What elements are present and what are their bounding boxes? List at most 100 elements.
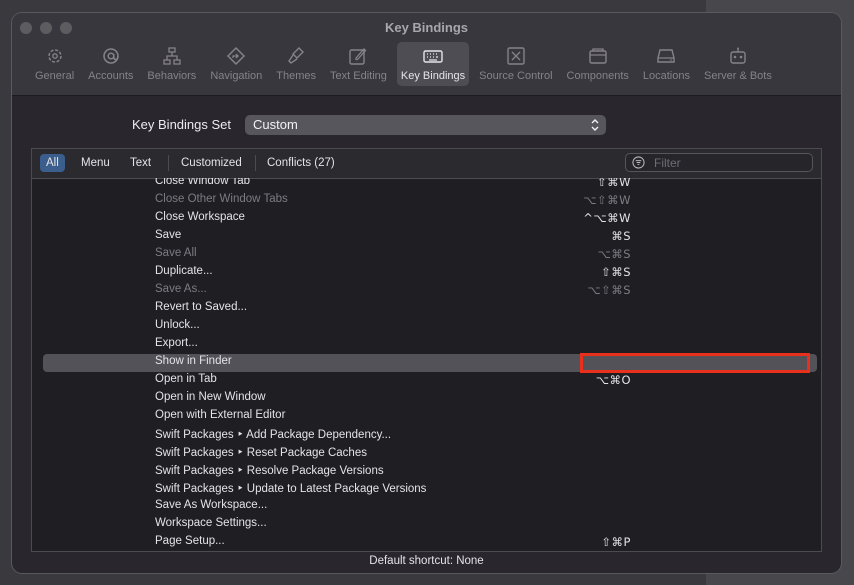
table-row[interactable]: Close Window Tab ⇧⌘W <box>43 178 817 192</box>
tab-components[interactable]: Components <box>563 42 633 86</box>
table-row[interactable]: Swift Packages ‣ Update to Latest Packag… <box>43 480 817 498</box>
tab-navigation[interactable]: Navigation <box>206 42 266 86</box>
tab-label: Locations <box>642 70 690 82</box>
preferences-tabs: General Accounts Behaviors Navigation Th… <box>31 42 782 88</box>
tab-label: Components <box>566 70 629 82</box>
tab-label: Key Bindings <box>400 70 466 82</box>
filter-all[interactable]: All <box>40 154 65 172</box>
table-row[interactable]: Page Setup... ⇧⌘P <box>43 534 817 551</box>
shortcut-key[interactable]: ⌥⇧⌘W <box>583 193 631 207</box>
filter-customized[interactable]: Customized <box>175 154 248 172</box>
tab-themes[interactable]: Themes <box>272 42 320 86</box>
command-name: Close Window Tab <box>155 178 251 187</box>
window-title: Key Bindings <box>384 20 469 35</box>
tab-label: Accounts <box>88 70 134 82</box>
tab-key-bindings[interactable]: Key Bindings <box>396 42 470 86</box>
shortcut-key[interactable]: ⇧⌘P <box>601 535 631 549</box>
tab-label: Navigation <box>210 70 263 82</box>
command-name: Page Setup... <box>155 535 225 547</box>
source-control-icon <box>507 47 525 65</box>
filter-search-placeholder: Filter <box>654 156 681 170</box>
command-name: Save As Workspace... <box>155 499 268 511</box>
command-name: Save <box>155 229 182 241</box>
key-bindings-list: Close Window Tab ⇧⌘W Close Other Window T… <box>32 178 821 551</box>
gear-icon <box>47 49 62 63</box>
tab-label: Behaviors <box>147 70 197 82</box>
drive-icon <box>657 49 676 63</box>
command-name: Show in Finder <box>155 355 232 367</box>
pencil-square-icon <box>349 48 367 65</box>
tab-label: Text Editing <box>330 70 387 82</box>
tab-label: Source Control <box>479 70 553 82</box>
shortcut-key[interactable]: ⌥⌘S <box>597 247 631 261</box>
command-name: Revert to Saved... <box>155 301 248 313</box>
hierarchy-icon <box>163 47 181 65</box>
tab-text-editing[interactable]: Text Editing <box>326 42 391 86</box>
navigation-diamond-icon <box>227 46 246 66</box>
tab-accounts[interactable]: Accounts <box>84 42 137 86</box>
shortcut-key[interactable]: ^⌥⌘W <box>583 211 631 225</box>
command-name: Export... <box>155 337 198 349</box>
table-row[interactable]: Revert to Saved... <box>43 300 817 318</box>
tab-server-bots[interactable]: Server & Bots <box>700 42 776 86</box>
tab-label: General <box>35 70 75 82</box>
command-name: Swift Packages ‣ Update to Latest Packag… <box>155 483 427 495</box>
table-row[interactable]: Open in Tab ⌥⌘O <box>43 372 817 390</box>
shortcut-key[interactable]: ⇧⌘W <box>597 178 631 189</box>
command-name: Open in Tab <box>155 373 217 385</box>
table-row[interactable]: Duplicate... ⇧⌘S <box>43 264 817 282</box>
filter-search-field[interactable]: Filter <box>625 153 813 172</box>
tab-behaviors[interactable]: Behaviors <box>143 42 200 86</box>
table-row[interactable]: Open in New Window <box>43 390 817 408</box>
key-bindings-set-popup[interactable]: Custom <box>245 115 606 135</box>
table-row[interactable]: Close Other Window Tabs ⌥⇧⌘W <box>43 192 817 210</box>
table-row[interactable]: Swift Packages ‣ Reset Package Caches <box>43 444 817 462</box>
table-row[interactable]: Swift Packages ‣ Resolve Package Version… <box>43 462 817 480</box>
filter-menu[interactable]: Menu <box>75 154 116 172</box>
table-row[interactable]: Unlock... <box>43 318 817 336</box>
key-bindings-set-label: Key Bindings Set <box>132 117 232 132</box>
command-name: Duplicate... <box>155 265 213 277</box>
keyboard-icon <box>423 50 443 63</box>
default-shortcut-status: Default shortcut: None <box>369 555 484 567</box>
key-bindings-set-value: Custom <box>253 117 298 132</box>
filter-conflicts[interactable]: Conflicts (27) <box>261 154 341 172</box>
key-bindings-panel: All Menu Text Customized Conflicts (27) … <box>31 148 822 552</box>
shortcut-key[interactable]: ⌥⌘O <box>596 373 631 387</box>
table-row-selected[interactable]: Show in Finder <box>43 353 817 373</box>
tab-general[interactable]: General <box>31 42 78 86</box>
table-row[interactable]: Save As Workspace... <box>43 498 817 516</box>
command-name: Close Workspace <box>155 211 245 223</box>
toolbar: Key Bindings General Accounts Behaviors … <box>12 13 841 96</box>
robot-icon <box>730 47 746 64</box>
tab-label: Themes <box>276 70 317 82</box>
tab-source-control[interactable]: Source Control <box>475 42 556 86</box>
table-row[interactable]: Save As... ⌥⇧⌘S <box>43 282 817 300</box>
command-name: Save All <box>155 247 197 259</box>
table-row[interactable]: Close Workspace ^⌥⌘W <box>43 210 817 228</box>
table-row[interactable]: Export... <box>43 336 817 354</box>
shortcut-edit-field[interactable] <box>580 353 810 373</box>
table-row[interactable]: Save All ⌥⌘S <box>43 246 817 264</box>
command-name: Open with External Editor <box>155 409 286 421</box>
chevron-up-down-icon <box>591 119 599 131</box>
filter-text[interactable]: Text <box>124 154 157 172</box>
table-row[interactable]: Swift Packages ‣ Add Package Dependency.… <box>43 426 817 444</box>
paintbrush-icon <box>288 47 305 64</box>
filter-lines-icon <box>632 156 645 169</box>
table-row[interactable]: Save ⌘S <box>43 228 817 246</box>
tab-locations[interactable]: Locations <box>639 42 694 86</box>
table-row[interactable]: Open with External Editor <box>43 408 817 426</box>
command-name: Unlock... <box>155 319 200 331</box>
filter-separator <box>255 155 256 171</box>
components-icon <box>589 48 607 64</box>
table-row[interactable]: Workspace Settings... <box>43 516 817 534</box>
filter-bar: All Menu Text Customized Conflicts (27) … <box>32 149 821 179</box>
shortcut-key[interactable]: ⌥⇧⌘S <box>587 283 631 297</box>
command-name: Open in New Window <box>155 391 266 403</box>
preferences-window: Key Bindings General Accounts Behaviors … <box>12 13 841 573</box>
shortcut-key[interactable]: ⌘S <box>611 229 631 243</box>
at-sign-icon <box>103 48 119 64</box>
command-name: Save As... <box>155 283 207 295</box>
shortcut-key[interactable]: ⇧⌘S <box>601 265 631 279</box>
